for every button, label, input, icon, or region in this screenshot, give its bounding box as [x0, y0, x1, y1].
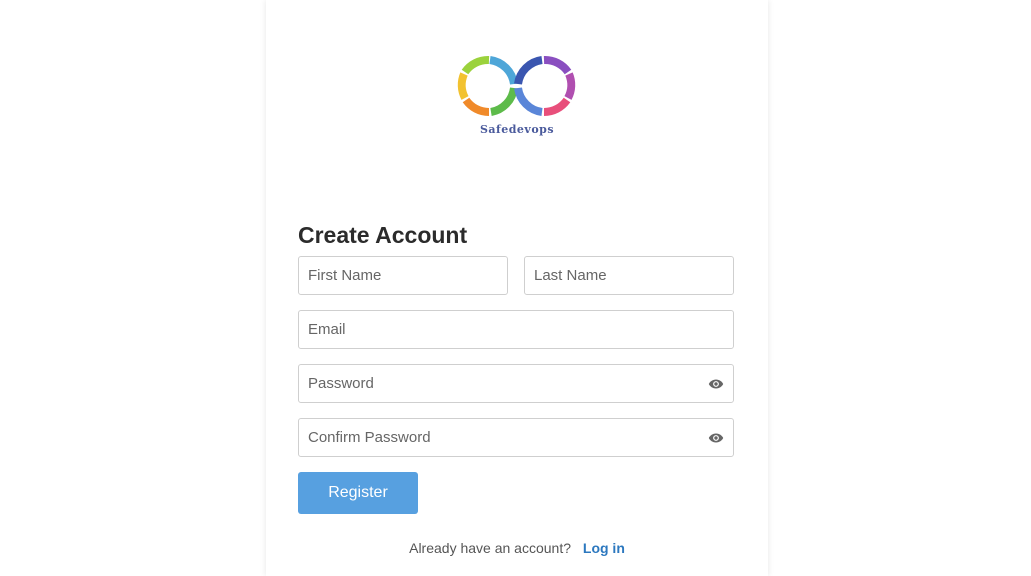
first-name-input[interactable] [299, 257, 507, 294]
email-input[interactable] [299, 311, 733, 348]
safedevops-logo: Safedevops [452, 52, 582, 142]
eye-icon[interactable] [708, 431, 724, 445]
page-title: Create Account [298, 222, 468, 248]
register-card: Safedevops Create Account Reg [266, 0, 768, 576]
first-name-field[interactable] [298, 256, 508, 295]
confirm-password-field[interactable] [298, 418, 734, 457]
password-field[interactable] [298, 364, 734, 403]
last-name-field[interactable] [524, 256, 734, 295]
last-name-input[interactable] [525, 257, 733, 294]
login-prompt: Already have an account? Log in [266, 540, 768, 556]
eye-icon[interactable] [708, 377, 724, 391]
infinity-logo-icon [457, 56, 576, 117]
brand-name: Safedevops [479, 123, 555, 136]
password-input[interactable] [299, 365, 733, 402]
login-link[interactable]: Log in [583, 540, 625, 556]
email-field[interactable] [298, 310, 734, 349]
login-question: Already have an account? [409, 540, 571, 556]
register-button[interactable]: Register [298, 472, 418, 514]
confirm-password-input[interactable] [299, 419, 733, 456]
